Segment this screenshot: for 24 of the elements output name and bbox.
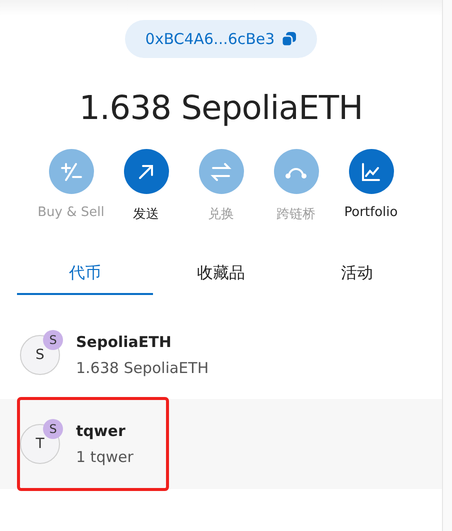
token-amount: 1.638 SepoliaETH <box>76 359 209 377</box>
action-label: Buy & Sell <box>38 205 104 220</box>
portfolio-button[interactable] <box>348 149 394 194</box>
token-amount: 1 tqwer <box>76 448 134 466</box>
token-name: SepoliaETH <box>76 333 172 351</box>
avatar-initial: T <box>36 436 44 452</box>
send-button[interactable] <box>124 149 168 194</box>
tab[interactable]: 代币 <box>17 253 153 295</box>
tab[interactable]: 收藏品 <box>153 253 289 295</box>
action-label: Portfolio <box>344 205 398 220</box>
tab[interactable]: 活动 <box>289 253 425 295</box>
copy-icon <box>280 31 297 47</box>
action-label: 发送 <box>133 206 159 223</box>
balance-amount: 1.638 SepoliaETH <box>79 88 363 127</box>
swap-icon <box>210 162 232 182</box>
chart-icon <box>360 160 382 182</box>
action-label: 跨链桥 <box>276 206 316 223</box>
action-label: 兑换 <box>208 206 234 223</box>
network-badge: S <box>43 419 63 439</box>
token-row[interactable]: T S tqwer 1 tqwer <box>0 399 442 489</box>
network-badge: S <box>43 330 63 350</box>
token-name: tqwer <box>76 422 126 440</box>
address-pill[interactable]: 0xBC4A6...6cBe3 <box>125 20 317 58</box>
avatar-initial: S <box>36 347 44 363</box>
